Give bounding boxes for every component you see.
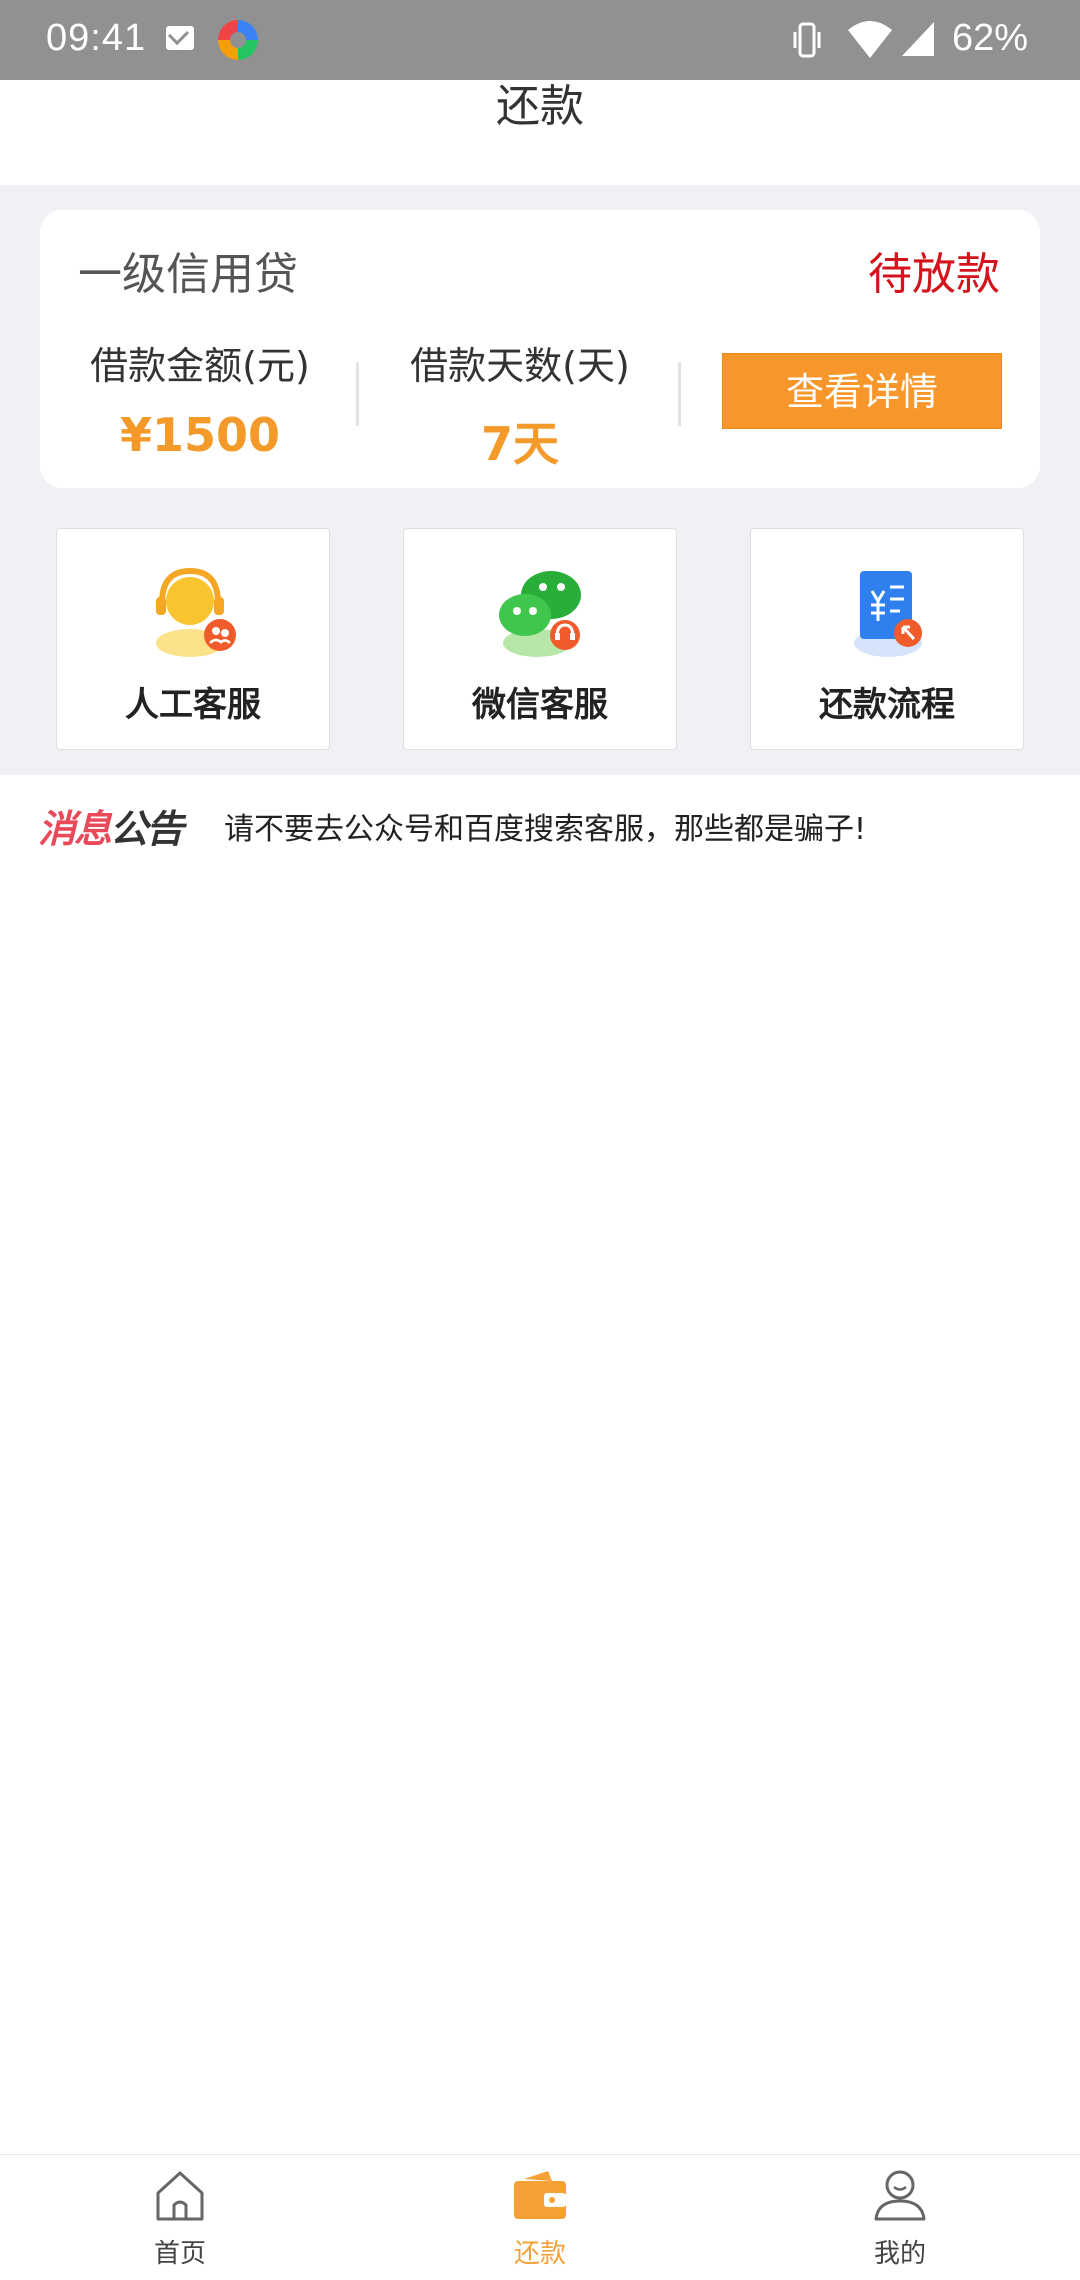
customer-service-headset-icon — [156, 567, 236, 657]
loan-days-label: 借款天数(天) — [410, 344, 630, 388]
nav-item-repayment[interactable]: 还款 — [440, 2165, 640, 2275]
bottom-nav: 首页 还款 我的 — [0, 2154, 1080, 2280]
app-notification-icon — [218, 20, 258, 60]
repayment-page: 09:41 62% 还款 一级信用贷 待放款 借款金额(元) ¥1500 借款天… — [0, 0, 1080, 2280]
home-icon — [156, 2171, 204, 2221]
service-label: 微信客服 — [472, 685, 608, 725]
loan-card: 一级信用贷 待放款 借款金额(元) ¥1500 借款天数(天) 7天 查看详情 — [40, 210, 1040, 488]
loan-days-stat: 借款天数(天) 7天 — [395, 335, 645, 474]
notice-bar[interactable]: 消息公告 请不要去公众号和百度搜索客服，那些都是骗子! — [0, 776, 1080, 868]
nav-label: 还款 — [513, 2239, 566, 2269]
status-time: 09:41 — [46, 17, 147, 59]
vibrate-icon — [793, 22, 821, 58]
mail-notification-icon — [166, 26, 194, 50]
service-label: 人工客服 — [125, 685, 261, 725]
nav-label: 首页 — [153, 2239, 206, 2269]
wallet-icon — [514, 2171, 566, 2219]
wifi-icon — [848, 21, 892, 58]
service-tile-human-support[interactable]: 人工客服 — [56, 528, 330, 750]
stat-divider — [678, 362, 681, 426]
loan-amount-stat: 借款金额(元) ¥1500 — [75, 335, 325, 462]
notice-logo-part2: 公告 — [110, 807, 184, 851]
repayment-document-icon — [854, 571, 922, 657]
page-title: 还款 — [496, 81, 584, 132]
title-bar: 还款 — [0, 80, 1080, 185]
loan-amount-label: 借款金额(元) — [90, 344, 310, 388]
signal-icon — [902, 22, 934, 56]
service-label: 还款流程 — [819, 685, 955, 725]
loan-days-value: 7天 — [480, 417, 559, 471]
loan-type: 一级信用贷 — [78, 249, 298, 300]
notice-logo-part1: 消息 — [38, 807, 112, 851]
battery-percent: 62% — [952, 17, 1029, 59]
nav-item-home[interactable]: 首页 — [80, 2165, 280, 2275]
nav-item-mine[interactable]: 我的 — [800, 2165, 1000, 2275]
service-tile-repayment-process[interactable]: 还款流程 — [750, 528, 1024, 750]
loan-amount-value: ¥1500 — [119, 408, 281, 462]
view-details-button[interactable]: 查看详情 — [722, 353, 1002, 429]
user-icon — [874, 2170, 926, 2221]
notice-logo: 消息公告 — [38, 798, 184, 853]
service-tile-wechat[interactable]: 微信客服 — [403, 528, 677, 750]
stat-divider — [356, 362, 359, 426]
loan-status: 待放款 — [868, 249, 1000, 300]
nav-label: 我的 — [873, 2239, 926, 2269]
notice-text: 请不要去公众号和百度搜索客服，那些都是骗子! — [224, 812, 867, 847]
status-bar: 09:41 62% — [0, 0, 1080, 80]
wechat-icon — [499, 571, 581, 657]
